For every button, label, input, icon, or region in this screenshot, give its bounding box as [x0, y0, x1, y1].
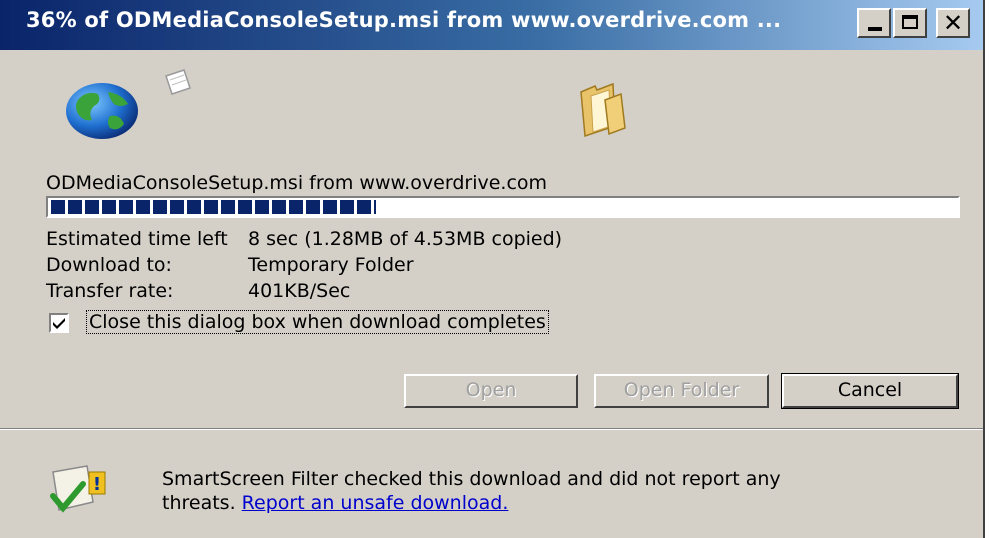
folder-icon	[580, 82, 626, 138]
download-dialog: 36% of ODMediaConsoleSetup.msi from www.…	[0, 0, 985, 538]
download-progress-bar	[46, 196, 960, 218]
title-bar[interactable]: 36% of ODMediaConsoleSetup.msi from www.…	[0, 0, 983, 50]
estimated-time-value: 8 sec (1.28MB of 4.53MB copied)	[248, 228, 563, 250]
checkmark-icon	[53, 318, 65, 329]
transfer-rate-value: 401KB/Sec	[248, 280, 351, 302]
report-unsafe-link[interactable]: Report an unsafe download.	[242, 492, 509, 514]
smartscreen-threats-text: threats.	[162, 492, 236, 514]
maximize-button[interactable]	[893, 8, 927, 38]
minimize-button[interactable]	[857, 8, 891, 38]
globe-icon	[66, 83, 138, 139]
svg-text:!: !	[93, 474, 101, 495]
maximize-icon	[902, 15, 918, 29]
close-when-done-checkbox[interactable]	[49, 313, 69, 333]
separator	[0, 428, 983, 430]
cancel-button[interactable]: Cancel	[781, 373, 959, 409]
download-source: ODMediaConsoleSetup.msi from www.overdri…	[46, 172, 548, 194]
transfer-rate-label: Transfer rate:	[46, 280, 174, 302]
shield-check-icon: !	[50, 465, 106, 513]
estimated-time-label: Estimated time left	[46, 228, 228, 250]
close-when-done-label[interactable]: Close this dialog box when download comp…	[86, 310, 549, 334]
smartscreen-message-cont: threats. Report an unsafe download.	[162, 492, 508, 514]
flying-paper-icon	[165, 69, 191, 95]
minimize-icon	[868, 27, 882, 31]
download-to-label: Download to:	[46, 254, 172, 276]
open-folder-button[interactable]: Open Folder	[594, 374, 769, 408]
close-button[interactable]: ✕	[936, 8, 970, 38]
close-icon: ✕	[942, 9, 964, 37]
window-title: 36% of ODMediaConsoleSetup.msi from www.…	[26, 8, 782, 32]
open-button[interactable]: Open	[404, 374, 578, 408]
download-to-value: Temporary Folder	[248, 254, 414, 276]
progress-fill	[51, 200, 377, 214]
smartscreen-message: SmartScreen Filter checked this download…	[162, 468, 781, 490]
